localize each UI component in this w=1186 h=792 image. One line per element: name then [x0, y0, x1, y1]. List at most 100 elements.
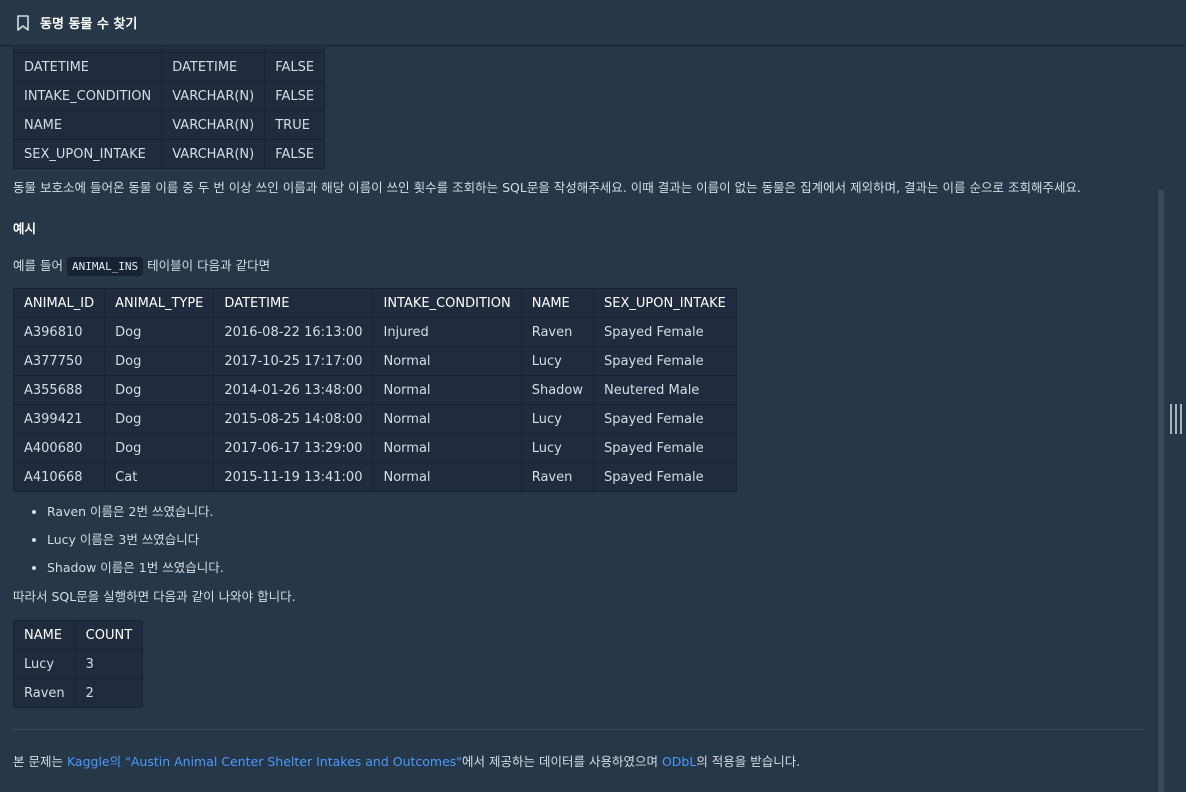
table-cell: DATETIME	[161, 52, 266, 82]
column-header: NAME	[520, 288, 595, 318]
license-prefix: 본 문제는	[13, 754, 67, 769]
bookmark-icon[interactable]	[16, 14, 30, 31]
table-name-code: ANIMAL_INS	[66, 257, 144, 276]
table-cell: FALSE	[264, 139, 326, 169]
schema-table: ANIMAL_TYPEVARCHAR(N)FALSEDATETIMEDATETI…	[13, 47, 326, 169]
kaggle-dataset-link[interactable]: Kaggle의 "Austin Animal Center Shelter In…	[67, 754, 462, 769]
table-cell: 3	[74, 649, 144, 679]
example-heading: 예시	[13, 221, 37, 236]
page-title: 동명 동물 수 찾기	[40, 17, 138, 32]
odbl-link[interactable]: ODbL	[662, 754, 696, 769]
table-row: DATETIME DATETIME FALSE	[13, 52, 326, 82]
table-cell: Lucy	[520, 433, 595, 463]
description-scroll-content: ANIMAL_TYPEVARCHAR(N)FALSEDATETIMEDATETI…	[13, 47, 1153, 771]
table-cell: 2015-08-25 14:08:00	[213, 404, 374, 434]
table-cell: 2014-01-26 13:48:00	[213, 375, 374, 405]
table-cell: VARCHAR(N)	[161, 139, 266, 169]
table-header-row: ANIMAL_ID ANIMAL_TYPE DATETIME INTAKE_CONDI…	[13, 288, 737, 318]
license-note: 본 문제는 Kaggle의 "Austin Animal Center Shel…	[13, 753, 1153, 771]
table-cell: Neutered Male	[593, 375, 737, 405]
table-cell: Normal	[372, 346, 522, 376]
grip-line	[1170, 404, 1172, 434]
column-header: ANIMAL_TYPE	[104, 288, 215, 318]
scrollbar[interactable]	[1158, 190, 1164, 792]
divider	[13, 729, 1144, 730]
table-cell: A410668	[13, 462, 106, 492]
table-cell: Normal	[372, 433, 522, 463]
column-header: COUNT	[74, 620, 144, 650]
license-suffix: 의 적용을 받습니다.	[696, 754, 801, 769]
table-cell: Normal	[372, 375, 522, 405]
table-cell: 2	[74, 678, 144, 708]
table-cell: 2017-06-17 13:29:00	[213, 433, 374, 463]
table-cell: TRUE	[264, 110, 326, 140]
table-row: A355688 Dog 2014-01-26 13:48:00 Normal Shado…	[13, 375, 737, 405]
problem-description: ANIMAL_TYPEVARCHAR(N)FALSEDATETIMEDATETI…	[13, 47, 1153, 792]
table-cell: Injured	[372, 317, 522, 347]
example-table: ANIMAL_ID ANIMAL_TYPE DATETIME INTAKE_CONDI…	[13, 288, 737, 492]
table-cell: Raven	[13, 678, 76, 708]
table-cell: 2017-10-25 17:17:00	[213, 346, 374, 376]
table-row: INTAKE_CONDITION VARCHAR(N) FALSE	[13, 81, 326, 111]
example-intro-after: 테이블이 다음과 같다면	[143, 258, 271, 273]
problem-statement: 동물 보호소에 들어온 동물 이름 중 두 번 이상 쓰인 이름과 해당 이름이…	[13, 180, 1081, 195]
grip-line	[1175, 404, 1177, 434]
column-header: DATETIME	[213, 288, 374, 318]
table-cell: 2015-11-19 13:41:00	[213, 462, 374, 492]
column-header: ANIMAL_ID	[13, 288, 106, 318]
table-cell: SEX_UPON_INTAKE	[13, 139, 163, 169]
table-cell: Lucy	[520, 346, 595, 376]
table-cell: A400680	[13, 433, 106, 463]
table-cell: Lucy	[13, 649, 76, 679]
table-cell: A396810	[13, 317, 106, 347]
table-cell: Dog	[104, 375, 215, 405]
table-cell: A377750	[13, 346, 106, 376]
table-row: A396810 Dog 2016-08-22 16:13:00 Injured Rave…	[13, 317, 737, 347]
table-cell: NAME	[13, 110, 163, 140]
table-cell: Raven	[520, 462, 595, 492]
table-row: Raven 2	[13, 678, 144, 708]
problem-header: 동명 동물 수 찾기	[0, 0, 1186, 46]
result-intro: 따라서 SQL문을 실행하면 다음과 같이 나와야 합니다.	[13, 589, 296, 604]
table-cell: VARCHAR(N)	[161, 110, 266, 140]
table-row: A400680 Dog 2017-06-17 13:29:00 Normal Lucy S…	[13, 433, 737, 463]
license-middle: 에서 제공하는 데이터를 사용하였으며	[462, 754, 662, 769]
table-cell: A399421	[13, 404, 106, 434]
table-cell: FALSE	[264, 52, 326, 82]
table-cell: Shadow	[520, 375, 595, 405]
column-header: NAME	[13, 620, 76, 650]
table-cell: 2016-08-22 16:13:00	[213, 317, 374, 347]
table-row: NAME VARCHAR(N) TRUE	[13, 110, 326, 140]
example-explanation-list: Raven 이름은 2번 쓰였습니다. Lucy 이름은 3번 쓰였습니다 Sh…	[13, 502, 1153, 586]
table-cell: Spayed Female	[593, 317, 737, 347]
list-item: Raven 이름은 2번 쓰였습니다.	[47, 502, 1153, 530]
list-item: Shadow 이름은 1번 쓰였습니다.	[47, 558, 1153, 586]
table-row: A377750 Dog 2017-10-25 17:17:00 Normal Lucy S…	[13, 346, 737, 376]
table-cell: Dog	[104, 433, 215, 463]
table-cell: Normal	[372, 462, 522, 492]
table-cell: Lucy	[520, 404, 595, 434]
example-intro: 예를 들어 ANIMAL_INS 테이블이 다음과 같다면	[13, 257, 1153, 276]
table-row: A410668 Cat 2015-11-19 13:41:00 Normal Raven…	[13, 462, 737, 492]
table-cell: Dog	[104, 317, 215, 347]
table-cell: Spayed Female	[593, 346, 737, 376]
table-cell: FALSE	[264, 81, 326, 111]
column-header: INTAKE_CONDITION	[372, 288, 522, 318]
table-cell: Spayed Female	[593, 462, 737, 492]
list-item: Lucy 이름은 3번 쓰였습니다	[47, 530, 1153, 558]
table-cell: Spayed Female	[593, 404, 737, 434]
table-cell: DATETIME	[13, 52, 163, 82]
table-cell: INTAKE_CONDITION	[13, 81, 163, 111]
table-cell: Normal	[372, 404, 522, 434]
table-cell: Cat	[104, 462, 215, 492]
table-cell: Dog	[104, 404, 215, 434]
result-table: NAME COUNT Lucy 3 Raven 2	[13, 620, 144, 708]
grip-line	[1180, 404, 1182, 434]
table-cell: A355688	[13, 375, 106, 405]
table-cell: VARCHAR(N)	[161, 81, 266, 111]
panel-resize-handle[interactable]	[1170, 404, 1182, 434]
column-header: SEX_UPON_INTAKE	[593, 288, 737, 318]
table-row: SEX_UPON_INTAKE VARCHAR(N) FALSE	[13, 139, 326, 169]
table-row: A399421 Dog 2015-08-25 14:08:00 Normal Lucy S…	[13, 404, 737, 434]
table-cell: Raven	[520, 317, 595, 347]
